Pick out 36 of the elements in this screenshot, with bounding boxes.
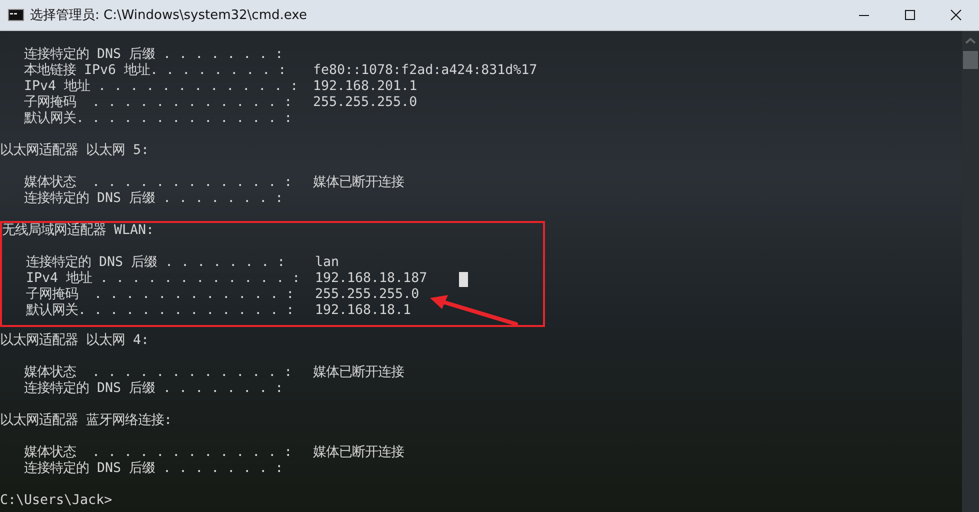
adapter-heading: 以太网适配器 以太网 4: [0,333,150,349]
command-prompt: C:\Users\Jack> [0,493,112,509]
close-icon [950,9,962,21]
setting-label: 连接特定的 DNS 后缀 . . . . . . . : [23,47,284,62]
setting-value: 192.168.201.1 [313,79,418,95]
setting-value: 192.168.18.187 [315,271,428,287]
setting-label: 连接特定的 DNS 后缀 . . . . . . . : [25,255,286,270]
adapter-heading: 无线局域网适配器 WLAN: [2,223,154,239]
setting-value: 媒体已断开连接 [313,445,404,461]
scrollbar[interactable] [962,31,979,512]
setting-label: IPv4 地址 . . . . . . . . . . . . : [23,79,300,95]
setting-label: 默认网关. . . . . . . . . . . . . : [25,303,296,319]
setting-value: 媒体已断开连接 [313,365,404,381]
setting-value: fe80::1078:f2ad:a424:831d%17 [313,63,538,79]
setting-label: 默认网关. . . . . . . . . . . . . : [23,111,294,127]
setting-label: 连接特定的 DNS 后缀 . . . . . . . : [23,191,284,207]
setting-label: 子网掩码 . . . . . . . . . . . . : [23,95,294,110]
maximize-icon [904,9,916,21]
setting-label: 媒体状态 . . . . . . . . . . . . : [23,445,294,460]
setting-value: 媒体已断开连接 [313,175,404,191]
setting-label: 本地链接 IPv6 地址. . . . . . . . : [23,63,288,78]
setting-label: 媒体状态 . . . . . . . . . . . . : [23,365,294,380]
setting-label: 媒体状态 . . . . . . . . . . . . : [23,175,294,190]
setting-label: IPv4 地址 . . . . . . . . . . . . : [25,271,302,287]
setting-value: 192.168.18.1 [315,303,412,319]
adapter-heading: 以太网适配器 以太网 5: [0,143,150,159]
scrollbar-thumb[interactable] [963,51,978,69]
adapter-heading: 以太网适配器 蓝牙网络连接: [0,413,172,429]
setting-label: 子网掩码 . . . . . . . . . . . . : [25,287,296,302]
setting-label: 连接特定的 DNS 后缀 . . . . . . . : [23,461,284,477]
setting-label: 连接特定的 DNS 后缀 . . . . . . . : [23,381,284,397]
setting-value: lan [315,255,340,271]
window-title: 选择管理员: C:\Windows\system32\cmd.exe [30,7,307,24]
setting-value: 255.255.255.0 [313,95,418,111]
setting-value: 255.255.255.0 [315,287,420,303]
console-icon [8,9,24,21]
